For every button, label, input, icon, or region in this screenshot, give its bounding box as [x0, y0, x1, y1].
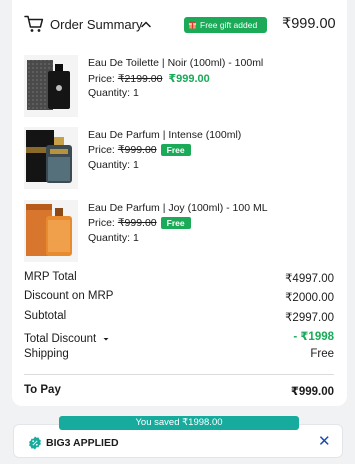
- free-tag: Free: [160, 217, 191, 229]
- chevron-up-icon[interactable]: [141, 20, 151, 28]
- mrp-total-row: MRP Total ₹4997.00: [24, 271, 334, 290]
- price-label: Price:: [88, 144, 115, 156]
- product-item: Eau De Parfum | Joy (100ml) - 100 ML Pri…: [12, 200, 347, 266]
- product-quantity: Quantity: 1: [88, 159, 139, 171]
- to-pay-label: To Pay: [24, 384, 61, 396]
- order-summary-card: Order Summary Free gift added ₹999.00 Ea…: [12, 0, 347, 406]
- price-breakdown: MRP Total ₹4997.00 Discount on MRP ₹2000…: [24, 271, 334, 367]
- subtotal-label: Subtotal: [24, 309, 67, 322]
- mrp-total-label: MRP Total: [24, 271, 77, 283]
- product-mrp: ₹999.00: [117, 217, 157, 229]
- product-quantity: Quantity: 1: [88, 87, 139, 99]
- discount-value: ₹2000.00: [285, 292, 334, 305]
- product-name: Eau De Toilette | Noir (100ml) - 100ml: [88, 57, 264, 69]
- product-price-row: Price: ₹999.00 Free: [88, 144, 191, 156]
- price-label: Price:: [88, 217, 115, 229]
- coupon-applied-label: BIG3 APPLIED: [46, 437, 119, 449]
- product-price-row: Price: ₹999.00 Free: [88, 217, 191, 229]
- product-item: Eau De Toilette | Noir (100ml) - 100ml P…: [12, 55, 347, 121]
- product-quantity: Quantity: 1: [88, 232, 139, 244]
- shipping-value: Free: [310, 348, 334, 361]
- shipping-label: Shipping: [24, 348, 69, 361]
- product-mrp: ₹2199.00: [117, 72, 163, 85]
- total-discount-toggle[interactable]: Total Discount: [24, 329, 110, 348]
- total-discount-row[interactable]: Total Discount - ₹1998: [24, 329, 334, 348]
- total-discount-label: Total Discount: [24, 332, 97, 345]
- product-image-noir: [24, 55, 78, 117]
- price-label: Price:: [88, 72, 115, 85]
- caret-down-icon[interactable]: [102, 336, 110, 342]
- mrp-total-value: ₹4997.00: [285, 273, 334, 285]
- product-item: Eau De Parfum | Intense (100ml) Price: ₹…: [12, 127, 347, 193]
- product-image-joy: [24, 200, 78, 262]
- remove-coupon-close-icon[interactable]: ✕: [318, 434, 331, 449]
- to-pay-value: ₹999.00: [290, 386, 334, 398]
- discount-label: Discount on MRP: [24, 290, 114, 303]
- gift-icon: [188, 21, 197, 29]
- product-price-row: Price: ₹2199.00 ₹999.00: [88, 72, 210, 86]
- summary-divider: [24, 374, 334, 375]
- free-gift-badge: Free gift added: [184, 17, 267, 33]
- to-pay-row: To Pay ₹999.00: [24, 384, 334, 398]
- free-tag: Free: [160, 144, 191, 156]
- product-image-intense: [24, 127, 78, 189]
- product-name: Eau De Parfum | Intense (100ml): [88, 129, 242, 141]
- product-mrp: ₹999.00: [117, 144, 157, 156]
- shipping-row: Shipping Free: [24, 348, 334, 367]
- header-total: ₹999.00: [282, 16, 336, 32]
- order-summary-title: Order Summary: [50, 17, 143, 32]
- cart-icon: [24, 15, 44, 32]
- product-name: Eau De Parfum | Joy (100ml) - 100 ML: [88, 202, 268, 214]
- product-sale-price: ₹999.00: [168, 73, 210, 85]
- subtotal-value: ₹2997.00: [285, 311, 334, 324]
- discount-row: Discount on MRP ₹2000.00: [24, 290, 334, 309]
- gift-badge-label: Free gift added: [200, 20, 258, 30]
- discount-badge-icon: [29, 436, 41, 450]
- subtotal-row: Subtotal ₹2997.00: [24, 310, 334, 329]
- savings-banner: You saved ₹1998.00: [59, 416, 299, 430]
- order-summary-header[interactable]: Order Summary Free gift added ₹999.00: [12, 0, 347, 50]
- total-discount-value: - ₹1998: [293, 330, 334, 343]
